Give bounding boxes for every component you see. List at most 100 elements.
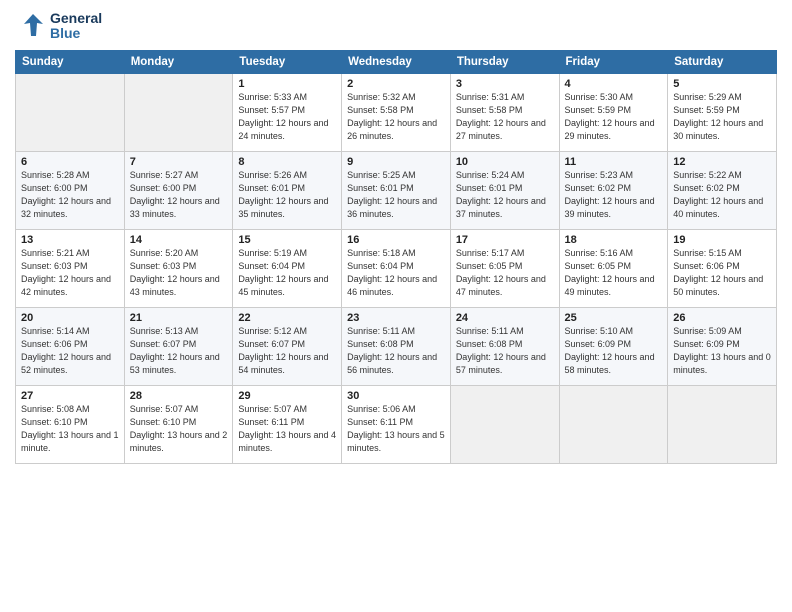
day-info: Sunrise: 5:11 AMSunset: 6:08 PMDaylight:… [347, 325, 445, 377]
calendar-cell [668, 386, 777, 464]
day-info: Sunrise: 5:15 AMSunset: 6:06 PMDaylight:… [673, 247, 771, 299]
weekday-header-tuesday: Tuesday [233, 51, 342, 74]
calendar-cell: 5Sunrise: 5:29 AMSunset: 5:59 PMDaylight… [668, 74, 777, 152]
day-info: Sunrise: 5:27 AMSunset: 6:00 PMDaylight:… [130, 169, 228, 221]
day-number: 17 [456, 234, 554, 246]
calendar-cell: 11Sunrise: 5:23 AMSunset: 6:02 PMDayligh… [559, 152, 668, 230]
calendar-cell: 29Sunrise: 5:07 AMSunset: 6:11 PMDayligh… [233, 386, 342, 464]
day-number: 1 [238, 78, 336, 90]
calendar-cell: 18Sunrise: 5:16 AMSunset: 6:05 PMDayligh… [559, 230, 668, 308]
day-info: Sunrise: 5:16 AMSunset: 6:05 PMDaylight:… [565, 247, 663, 299]
day-number: 14 [130, 234, 228, 246]
calendar-table: SundayMondayTuesdayWednesdayThursdayFrid… [15, 50, 777, 464]
calendar-cell: 4Sunrise: 5:30 AMSunset: 5:59 PMDaylight… [559, 74, 668, 152]
calendar-week-row: 6Sunrise: 5:28 AMSunset: 6:00 PMDaylight… [16, 152, 777, 230]
day-info: Sunrise: 5:32 AMSunset: 5:58 PMDaylight:… [347, 91, 445, 143]
calendar-cell: 26Sunrise: 5:09 AMSunset: 6:09 PMDayligh… [668, 308, 777, 386]
day-info: Sunrise: 5:20 AMSunset: 6:03 PMDaylight:… [130, 247, 228, 299]
day-number: 8 [238, 156, 336, 168]
weekday-header-saturday: Saturday [668, 51, 777, 74]
weekday-header-thursday: Thursday [450, 51, 559, 74]
calendar-week-row: 1Sunrise: 5:33 AMSunset: 5:57 PMDaylight… [16, 74, 777, 152]
logo-container: General Blue [15, 10, 102, 42]
day-number: 12 [673, 156, 771, 168]
day-number: 11 [565, 156, 663, 168]
logo-general: General [50, 11, 102, 26]
logo-blue: Blue [50, 26, 102, 41]
calendar-cell: 24Sunrise: 5:11 AMSunset: 6:08 PMDayligh… [450, 308, 559, 386]
day-info: Sunrise: 5:23 AMSunset: 6:02 PMDaylight:… [565, 169, 663, 221]
calendar-cell: 12Sunrise: 5:22 AMSunset: 6:02 PMDayligh… [668, 152, 777, 230]
day-info: Sunrise: 5:12 AMSunset: 6:07 PMDaylight:… [238, 325, 336, 377]
day-number: 28 [130, 390, 228, 402]
weekday-header-row: SundayMondayTuesdayWednesdayThursdayFrid… [16, 51, 777, 74]
day-info: Sunrise: 5:26 AMSunset: 6:01 PMDaylight:… [238, 169, 336, 221]
day-number: 10 [456, 156, 554, 168]
calendar-cell: 13Sunrise: 5:21 AMSunset: 6:03 PMDayligh… [16, 230, 125, 308]
calendar-cell: 1Sunrise: 5:33 AMSunset: 5:57 PMDaylight… [233, 74, 342, 152]
calendar-cell: 17Sunrise: 5:17 AMSunset: 6:05 PMDayligh… [450, 230, 559, 308]
calendar-cell: 8Sunrise: 5:26 AMSunset: 6:01 PMDaylight… [233, 152, 342, 230]
calendar-cell: 3Sunrise: 5:31 AMSunset: 5:58 PMDaylight… [450, 74, 559, 152]
day-number: 25 [565, 312, 663, 324]
day-info: Sunrise: 5:13 AMSunset: 6:07 PMDaylight:… [130, 325, 228, 377]
calendar-cell: 25Sunrise: 5:10 AMSunset: 6:09 PMDayligh… [559, 308, 668, 386]
calendar-cell: 30Sunrise: 5:06 AMSunset: 6:11 PMDayligh… [342, 386, 451, 464]
calendar-week-row: 13Sunrise: 5:21 AMSunset: 6:03 PMDayligh… [16, 230, 777, 308]
day-number: 4 [565, 78, 663, 90]
day-info: Sunrise: 5:07 AMSunset: 6:11 PMDaylight:… [238, 403, 336, 455]
calendar-cell: 2Sunrise: 5:32 AMSunset: 5:58 PMDaylight… [342, 74, 451, 152]
day-number: 18 [565, 234, 663, 246]
calendar-cell: 19Sunrise: 5:15 AMSunset: 6:06 PMDayligh… [668, 230, 777, 308]
calendar-cell: 9Sunrise: 5:25 AMSunset: 6:01 PMDaylight… [342, 152, 451, 230]
weekday-header-wednesday: Wednesday [342, 51, 451, 74]
day-number: 19 [673, 234, 771, 246]
day-info: Sunrise: 5:14 AMSunset: 6:06 PMDaylight:… [21, 325, 119, 377]
day-info: Sunrise: 5:10 AMSunset: 6:09 PMDaylight:… [565, 325, 663, 377]
header: General Blue [15, 10, 777, 42]
day-info: Sunrise: 5:33 AMSunset: 5:57 PMDaylight:… [238, 91, 336, 143]
day-number: 5 [673, 78, 771, 90]
day-number: 16 [347, 234, 445, 246]
calendar-cell: 27Sunrise: 5:08 AMSunset: 6:10 PMDayligh… [16, 386, 125, 464]
day-info: Sunrise: 5:09 AMSunset: 6:09 PMDaylight:… [673, 325, 771, 377]
weekday-header-monday: Monday [124, 51, 233, 74]
day-number: 29 [238, 390, 336, 402]
day-info: Sunrise: 5:24 AMSunset: 6:01 PMDaylight:… [456, 169, 554, 221]
weekday-header-sunday: Sunday [16, 51, 125, 74]
calendar-week-row: 27Sunrise: 5:08 AMSunset: 6:10 PMDayligh… [16, 386, 777, 464]
calendar-cell: 14Sunrise: 5:20 AMSunset: 6:03 PMDayligh… [124, 230, 233, 308]
page: General Blue SundayMondayTuesdayWednesda… [0, 0, 792, 612]
day-info: Sunrise: 5:17 AMSunset: 6:05 PMDaylight:… [456, 247, 554, 299]
calendar-cell: 28Sunrise: 5:07 AMSunset: 6:10 PMDayligh… [124, 386, 233, 464]
day-number: 27 [21, 390, 119, 402]
calendar-cell: 15Sunrise: 5:19 AMSunset: 6:04 PMDayligh… [233, 230, 342, 308]
day-number: 3 [456, 78, 554, 90]
calendar-cell: 20Sunrise: 5:14 AMSunset: 6:06 PMDayligh… [16, 308, 125, 386]
day-number: 7 [130, 156, 228, 168]
day-number: 13 [21, 234, 119, 246]
calendar-week-row: 20Sunrise: 5:14 AMSunset: 6:06 PMDayligh… [16, 308, 777, 386]
calendar-cell: 22Sunrise: 5:12 AMSunset: 6:07 PMDayligh… [233, 308, 342, 386]
day-info: Sunrise: 5:19 AMSunset: 6:04 PMDaylight:… [238, 247, 336, 299]
calendar-cell: 6Sunrise: 5:28 AMSunset: 6:00 PMDaylight… [16, 152, 125, 230]
calendar-cell [16, 74, 125, 152]
day-info: Sunrise: 5:21 AMSunset: 6:03 PMDaylight:… [21, 247, 119, 299]
calendar-cell: 10Sunrise: 5:24 AMSunset: 6:01 PMDayligh… [450, 152, 559, 230]
calendar-cell: 23Sunrise: 5:11 AMSunset: 6:08 PMDayligh… [342, 308, 451, 386]
day-number: 15 [238, 234, 336, 246]
weekday-header-friday: Friday [559, 51, 668, 74]
day-number: 20 [21, 312, 119, 324]
day-number: 22 [238, 312, 336, 324]
day-info: Sunrise: 5:18 AMSunset: 6:04 PMDaylight:… [347, 247, 445, 299]
day-info: Sunrise: 5:30 AMSunset: 5:59 PMDaylight:… [565, 91, 663, 143]
day-info: Sunrise: 5:08 AMSunset: 6:10 PMDaylight:… [21, 403, 119, 455]
day-number: 9 [347, 156, 445, 168]
day-info: Sunrise: 5:07 AMSunset: 6:10 PMDaylight:… [130, 403, 228, 455]
day-number: 6 [21, 156, 119, 168]
day-number: 23 [347, 312, 445, 324]
day-number: 26 [673, 312, 771, 324]
logo-text: General Blue [50, 11, 102, 42]
calendar-cell [124, 74, 233, 152]
day-number: 24 [456, 312, 554, 324]
